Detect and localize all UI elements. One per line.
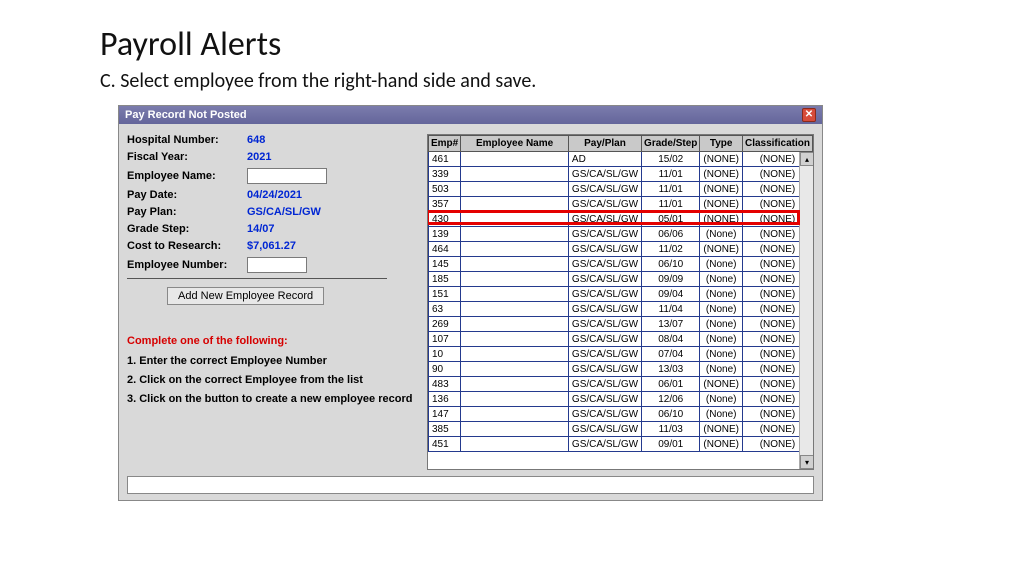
table-row[interactable]: 107GS/CA/SL/GW08/04(None)(NONE) bbox=[429, 332, 813, 347]
table-row[interactable]: 63GS/CA/SL/GW11/04(None)(NONE) bbox=[429, 302, 813, 317]
window-title: Pay Record Not Posted bbox=[125, 109, 247, 121]
table-row[interactable]: 139GS/CA/SL/GW06/06(None)(NONE) bbox=[429, 227, 813, 242]
fiscal-year-value: 2021 bbox=[247, 151, 271, 163]
table-row[interactable]: 90GS/CA/SL/GW13/03(None)(NONE) bbox=[429, 362, 813, 377]
pay-date-value: 04/24/2021 bbox=[247, 189, 302, 201]
pay-record-window: Pay Record Not Posted ✕ Hospital Number:… bbox=[118, 105, 823, 501]
scroll-down-icon[interactable]: ▾ bbox=[800, 455, 814, 469]
table-row[interactable]: 451GS/CA/SL/GW09/01(NONE)(NONE) bbox=[429, 437, 813, 452]
table-row[interactable]: 430GS/CA/SL/GW05/01(NONE)(NONE) bbox=[429, 212, 813, 227]
table-row[interactable]: 269GS/CA/SL/GW13/07(None)(NONE) bbox=[429, 317, 813, 332]
cost-label: Cost to Research: bbox=[127, 240, 247, 252]
employee-table[interactable]: Emp# Employee Name Pay/Plan Grade/Step T… bbox=[428, 135, 813, 452]
table-row[interactable]: 151GS/CA/SL/GW09/04(None)(NONE) bbox=[429, 287, 813, 302]
divider bbox=[127, 278, 387, 279]
employee-name-field[interactable] bbox=[247, 168, 327, 184]
pay-plan-label: Pay Plan: bbox=[127, 206, 247, 218]
col-emp-header[interactable]: Emp# bbox=[429, 136, 461, 152]
pay-date-label: Pay Date: bbox=[127, 189, 247, 201]
cost-value: $7,061.27 bbox=[247, 240, 296, 252]
table-row[interactable]: 136GS/CA/SL/GW12/06(None)(NONE) bbox=[429, 392, 813, 407]
grade-step-label: Grade Step: bbox=[127, 223, 247, 235]
grade-step-value: 14/07 bbox=[247, 223, 275, 235]
employee-name-label: Employee Name: bbox=[127, 170, 247, 182]
col-class-header[interactable]: Classification bbox=[742, 136, 812, 152]
status-bar bbox=[127, 476, 814, 494]
table-row[interactable]: 357GS/CA/SL/GW11/01(NONE)(NONE) bbox=[429, 197, 813, 212]
page-subtitle: C. Select employee from the right-hand s… bbox=[100, 69, 924, 93]
window-titlebar: Pay Record Not Posted ✕ bbox=[119, 106, 822, 124]
employee-number-field[interactable] bbox=[247, 257, 307, 273]
instruction-2: 2. Click on the correct Employee from th… bbox=[127, 374, 417, 386]
fiscal-year-label: Fiscal Year: bbox=[127, 151, 247, 163]
table-row[interactable]: 385GS/CA/SL/GW11/03(NONE)(NONE) bbox=[429, 422, 813, 437]
pay-plan-value: GS/CA/SL/GW bbox=[247, 206, 321, 218]
details-pane: Hospital Number: 648 Fiscal Year: 2021 E… bbox=[127, 134, 417, 470]
employee-list-pane: Emp# Employee Name Pay/Plan Grade/Step T… bbox=[427, 134, 814, 470]
table-row[interactable]: 339GS/CA/SL/GW11/01(NONE)(NONE) bbox=[429, 167, 813, 182]
col-name-header[interactable]: Employee Name bbox=[461, 136, 569, 152]
complete-heading: Complete one of the following: bbox=[127, 335, 417, 347]
table-row[interactable]: 503GS/CA/SL/GW11/01(NONE)(NONE) bbox=[429, 182, 813, 197]
hospital-number-label: Hospital Number: bbox=[127, 134, 247, 146]
add-employee-button[interactable]: Add New Employee Record bbox=[167, 287, 324, 305]
col-type-header[interactable]: Type bbox=[700, 136, 743, 152]
instruction-3: 3. Click on the button to create a new e… bbox=[127, 393, 417, 405]
table-row[interactable]: 145GS/CA/SL/GW06/10(None)(NONE) bbox=[429, 257, 813, 272]
col-plan-header[interactable]: Pay/Plan bbox=[568, 136, 641, 152]
employee-number-label: Employee Number: bbox=[127, 259, 247, 271]
scroll-up-icon[interactable]: ▴ bbox=[800, 152, 814, 166]
table-row[interactable]: 483GS/CA/SL/GW06/01(NONE)(NONE) bbox=[429, 377, 813, 392]
page-title: Payroll Alerts bbox=[100, 24, 924, 65]
table-row[interactable]: 464GS/CA/SL/GW11/02(NONE)(NONE) bbox=[429, 242, 813, 257]
scrollbar[interactable]: ▴ ▾ bbox=[799, 152, 813, 469]
table-row[interactable]: 185GS/CA/SL/GW09/09(None)(NONE) bbox=[429, 272, 813, 287]
instruction-1: 1. Enter the correct Employee Number bbox=[127, 355, 417, 367]
table-row[interactable]: 461AD15/02(NONE)(NONE) bbox=[429, 152, 813, 167]
table-row[interactable]: 147GS/CA/SL/GW06/10(None)(NONE) bbox=[429, 407, 813, 422]
table-row[interactable]: 10GS/CA/SL/GW07/04(None)(NONE) bbox=[429, 347, 813, 362]
close-icon[interactable]: ✕ bbox=[802, 108, 816, 122]
hospital-number-value: 648 bbox=[247, 134, 265, 146]
col-grade-header[interactable]: Grade/Step bbox=[642, 136, 700, 152]
